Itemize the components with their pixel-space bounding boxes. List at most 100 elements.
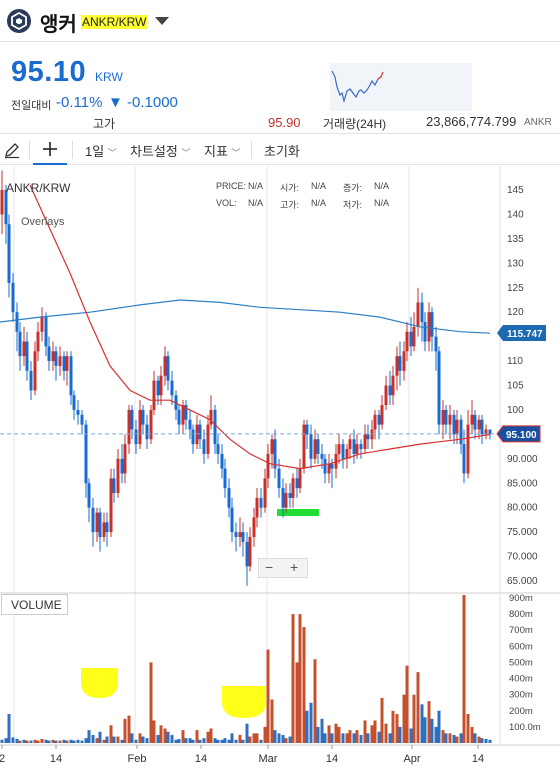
zoom-controls: − +: [258, 558, 308, 578]
candle-body: [473, 414, 477, 430]
volume-bar: [120, 739, 124, 743]
volume-bar: [58, 740, 62, 743]
date-axis-tick-label: Mar: [259, 753, 278, 765]
volume-bar: [209, 728, 213, 743]
volume-axis-tick-label: 800m: [509, 609, 533, 620]
yellow-highlight-marker: [81, 668, 118, 698]
volume-bar: [22, 739, 26, 743]
volume-bar: [40, 738, 44, 743]
volume-bar: [273, 730, 277, 743]
chart-settings-dropdown[interactable]: 차트설정 ﹀: [130, 141, 190, 160]
plus-icon: [43, 142, 57, 156]
candle-body: [259, 497, 263, 508]
volume-bar: [145, 738, 149, 743]
price-axis-tick-label: 130: [507, 258, 524, 269]
volume-bar: [141, 736, 145, 743]
candle-body: [391, 375, 395, 396]
candle-body: [327, 463, 331, 474]
volume-bar: [391, 710, 395, 743]
volume-bar: [416, 672, 420, 743]
volume-bar: [238, 734, 242, 743]
volume-bar: [91, 734, 95, 743]
candle-body: [216, 444, 220, 454]
volume-axis-tick-label: 100.0m: [509, 722, 541, 733]
candle-body: [245, 541, 249, 567]
candle-body: [234, 532, 238, 538]
long-ma-price-badge-text: 115.747: [507, 329, 543, 340]
pencil-icon[interactable]: [3, 141, 21, 159]
indicators-dropdown[interactable]: 지표 ﹀: [204, 141, 241, 160]
candle-body: [302, 424, 306, 469]
volume-axis-tick-label: 700m: [509, 625, 533, 636]
mini-price-chart: [330, 63, 472, 111]
overlays-label[interactable]: Overlays: [21, 216, 64, 228]
volume-bar: [7, 714, 11, 743]
volume-bar: [284, 738, 288, 743]
volume-panel-tab[interactable]: VOLUME: [1, 594, 68, 615]
coin-name: 앵커: [40, 14, 77, 36]
price-axis-tick-label: 120: [507, 307, 524, 318]
candle-body: [355, 444, 359, 454]
candle-body: [102, 522, 106, 538]
reset-button[interactable]: 초기화: [264, 141, 300, 160]
candle-body: [441, 409, 445, 425]
volume-bar: [363, 720, 367, 743]
volume-axis-tick-label: 300m: [509, 690, 533, 701]
candle-body: [18, 331, 22, 357]
zoom-in-button[interactable]: +: [290, 559, 298, 575]
volume-bar: [174, 739, 178, 743]
candle-body: [427, 312, 431, 342]
volume-bar: [44, 739, 48, 743]
zoom-out-button[interactable]: −: [265, 559, 273, 575]
candle-body: [98, 512, 102, 538]
volume-bar: [206, 731, 210, 743]
volume-axis-tick-label: 200m: [509, 706, 533, 717]
volume-bar: [95, 738, 99, 743]
volume-bar: [323, 733, 327, 743]
candle-body: [423, 321, 427, 342]
change-label: 전일대비: [11, 100, 52, 112]
candle-body: [477, 419, 481, 430]
volume-bar: [227, 739, 231, 743]
candlestick-chart-svg[interactable]: 1451401351301251201151101051009590.00085…: [0, 166, 560, 770]
volume-bar: [181, 730, 185, 743]
low-info-label: 저가:: [343, 200, 363, 210]
interval-dropdown[interactable]: 1일 ﹀: [85, 141, 117, 160]
price-axis-tick-label: 105: [507, 381, 524, 392]
volume-bar: [281, 734, 285, 743]
candle-body: [149, 409, 153, 440]
candle-body: [72, 395, 76, 410]
volume-bar: [441, 730, 445, 743]
volume-axis-tick-label: 400m: [509, 674, 533, 685]
volume-bar: [0, 739, 4, 743]
candle-body: [281, 488, 285, 508]
candle-body: [288, 493, 292, 498]
candle-body: [58, 356, 62, 366]
price-axis-tick-label: 140: [507, 209, 524, 220]
price-chart[interactable]: 1451401351301251201151101051009590.00085…: [0, 166, 560, 770]
candle-body: [252, 517, 256, 538]
volume-bar: [266, 649, 270, 743]
volume-bar: [76, 739, 80, 743]
candle-body: [138, 409, 142, 445]
candle-body: [213, 409, 217, 445]
volume-bar: [18, 740, 22, 743]
candle-body: [54, 351, 58, 366]
volume-bar: [138, 733, 142, 743]
coin-select-caret-icon[interactable]: [155, 17, 169, 25]
crosshair-tool-button[interactable]: [33, 134, 67, 165]
candle-body: [145, 424, 149, 440]
volume-24h-unit: ANKR: [524, 117, 552, 128]
candle-body: [7, 224, 11, 283]
candle-body: [284, 493, 288, 508]
volume-bar: [288, 736, 292, 743]
header: 앵커 ANKR/KRW: [0, 0, 560, 42]
candle-body: [291, 478, 295, 498]
candle-body: [420, 302, 424, 322]
volume-bar: [255, 733, 259, 743]
candle-body: [109, 478, 113, 533]
volume-bar: [459, 733, 463, 743]
volume-bar: [184, 738, 188, 743]
candle-body: [134, 429, 138, 445]
candle-body: [15, 312, 19, 332]
